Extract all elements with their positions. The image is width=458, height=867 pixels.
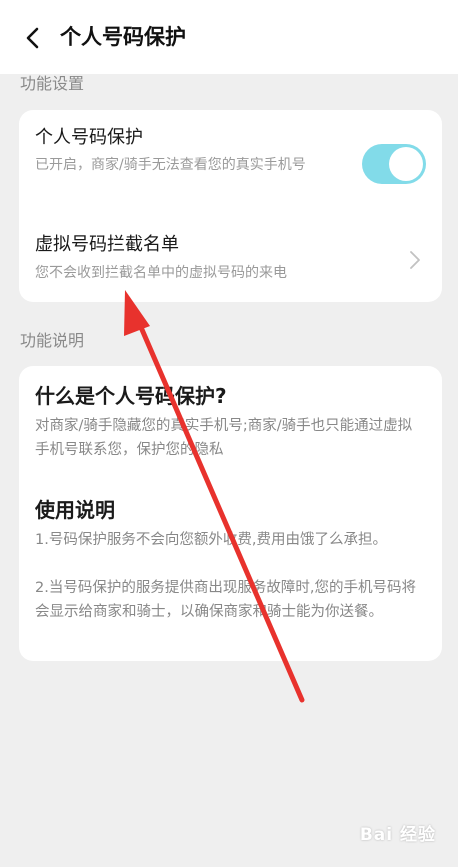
- section-label-settings: 功能设置: [20, 74, 85, 93]
- page-title: 个人号码保护: [60, 25, 186, 49]
- info-card: 什么是个人号码保护? 对商家/骑手隐藏您的真实手机号;商家/骑手也只能通过虚拟手…: [19, 366, 442, 661]
- settings-card: 个人号码保护 已开启，商家/骑手无法查看您的真实手机号 虚拟号码拦截名单 您不会…: [19, 110, 442, 302]
- usage-item-1: 1.号码保护服务不会向您额外收费,费用由饿了么承担。: [35, 532, 387, 548]
- protection-toggle[interactable]: [362, 144, 426, 184]
- block-list-title: 虚拟号码拦截名单: [35, 234, 179, 255]
- block-list-subtitle: 您不会收到拦截名单中的虚拟号码的来电: [35, 265, 287, 281]
- what-is-body: 对商家/骑手隐藏您的真实手机号;商家/骑手也只能通过虚拟手机号联系您，保护您的隐…: [35, 418, 413, 458]
- section-label-info: 功能说明: [20, 331, 85, 350]
- back-button[interactable]: [20, 24, 44, 52]
- top-bar: 个人号码保护: [0, 0, 458, 74]
- block-list-row[interactable]: 虚拟号码拦截名单 您不会收到拦截名单中的虚拟号码的来电: [19, 220, 442, 302]
- what-is-title: 什么是个人号码保护?: [35, 384, 227, 408]
- usage-item-2: 2.当号码保护的服务提供商出现服务故障时,您的手机号码将会显示给商家和骑士，以确…: [35, 580, 416, 620]
- usage-title: 使用说明: [35, 498, 115, 522]
- toggle-knob: [389, 147, 423, 181]
- chevron-right-icon: [410, 251, 420, 269]
- watermark: Bai 经验: [359, 825, 436, 845]
- chevron-left-icon: [26, 27, 39, 49]
- protection-subtitle: 已开启，商家/骑手无法查看您的真实手机号: [35, 157, 306, 173]
- protection-title: 个人号码保护: [35, 127, 143, 148]
